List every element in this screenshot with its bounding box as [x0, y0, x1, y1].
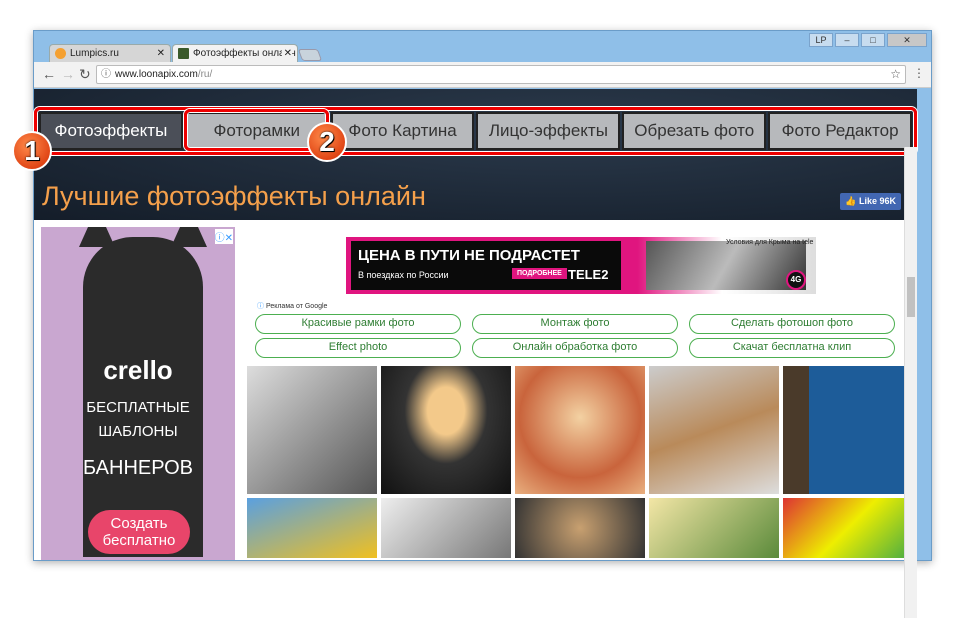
url-path: /ru/ — [197, 69, 213, 80]
ad-label-text: Реклама от Google — [265, 303, 328, 310]
ad-line: ШАБЛОНЫ — [98, 423, 178, 440]
effect-thumbnail[interactable] — [515, 498, 645, 558]
step-badge-2: 2 — [307, 122, 347, 162]
ad-cta-button[interactable]: Создать бесплатно — [88, 510, 190, 554]
info-icon[interactable]: ⓘ — [101, 66, 111, 83]
browser-window: LP – □ ✕ Lumpics.ru ✕ Фотоэффекты онлайн… — [12, 30, 932, 618]
star-icon[interactable]: ☆ — [890, 66, 901, 83]
effect-thumbnail[interactable] — [381, 366, 511, 494]
scrollbar-thumb[interactable] — [907, 277, 915, 317]
effect-thumbnail[interactable] — [381, 498, 511, 558]
menu-icon[interactable]: ⋮ — [913, 66, 925, 80]
effect-thumbnail[interactable] — [247, 366, 377, 494]
ad-label[interactable]: ⓘ Реклама от Google — [257, 301, 327, 311]
ad-banner-tele2[interactable]: ЦЕНА В ПУТИ НЕ ПОДРАСТЕТ В поездках по Р… — [346, 237, 816, 294]
ad-line: БЕСПЛАТНЫЕ — [86, 399, 190, 416]
new-tab-button[interactable] — [297, 49, 323, 61]
effect-thumbnail[interactable] — [649, 498, 779, 558]
window-controls: LP – □ ✕ — [809, 33, 927, 47]
link-online-edit[interactable]: Онлайн обработка фото — [472, 338, 678, 358]
scrollbar[interactable] — [904, 147, 917, 618]
tab-loonapix[interactable]: Фотоэффекты онлайн бе ✕ — [172, 44, 298, 62]
ad-links: Красивые рамки фото Монтаж фото Сделать … — [255, 314, 897, 358]
header-hero: Фотоэффекты Фоторамки Фото Картина Лицо-… — [12, 89, 917, 220]
banner-photo — [646, 241, 806, 290]
step-badge-1: 1 — [12, 131, 52, 171]
link-montage[interactable]: Монтаж фото — [472, 314, 678, 334]
link-frames[interactable]: Красивые рамки фото — [255, 314, 461, 334]
reload-icon[interactable]: ↻ — [79, 66, 91, 83]
effect-thumbnail[interactable] — [247, 498, 377, 558]
facebook-like-button[interactable]: 👍 Like 96K — [840, 193, 901, 210]
toolbar: ← → ↻ ⓘ www.loonapix.com/ru/ ☆ ⋮ — [34, 62, 931, 88]
effect-thumbnail[interactable] — [515, 366, 645, 494]
user-badge[interactable]: LP — [809, 33, 833, 47]
ad-crello[interactable]: ⓘ✕ crello БЕСПЛАТНЫЕ ШАБЛОНЫ БАННЕРОВ Со… — [41, 227, 235, 560]
link-photoshop[interactable]: Сделать фотошоп фото — [689, 314, 895, 334]
loonapix-favicon-icon — [178, 48, 189, 59]
banner-headline: ЦЕНА В ПУТИ НЕ ПОДРАСТЕТ — [358, 247, 580, 264]
maximize-button[interactable]: □ — [861, 33, 885, 47]
effect-thumbnail[interactable] — [783, 498, 913, 558]
page-title: Лучшие фотоэффекты онлайн — [42, 181, 426, 211]
cat-illustration — [79, 227, 207, 557]
banner-conditions: Условия для Крыма на tele — [726, 239, 814, 246]
link-clip[interactable]: Скачат бесплатна клип — [689, 338, 895, 358]
forward-icon[interactable]: → — [61, 66, 75, 82]
back-icon[interactable]: ← — [42, 66, 56, 82]
ad-line: БАННЕРОВ — [82, 457, 194, 479]
banner-brand: TELE2 — [568, 267, 609, 282]
effect-thumbnail[interactable] — [783, 366, 913, 494]
link-effect-photo[interactable]: Effect photo — [255, 338, 461, 358]
nav-highlight — [34, 107, 917, 155]
ad-choices-icon[interactable]: ⓘ✕ — [214, 229, 233, 244]
tab-title: Lumpics.ru — [70, 48, 119, 59]
effect-thumbnail[interactable] — [649, 366, 779, 494]
tab-lumpics[interactable]: Lumpics.ru ✕ — [49, 44, 171, 62]
lumpics-favicon-icon — [55, 48, 66, 59]
banner-more-button[interactable]: ПОДРОБНЕЕ — [512, 268, 567, 279]
url-host: www.loonapix.com — [115, 69, 198, 80]
banner-sub: В поездках по России — [358, 270, 449, 280]
cat-ear — [79, 227, 115, 247]
page-content: Фотоэффекты Фоторамки Фото Картина Лицо-… — [12, 89, 917, 618]
ad-brand: crello — [103, 355, 173, 385]
close-tab-icon[interactable]: ✕ — [281, 45, 292, 62]
banner-4g-badge: 4G — [786, 270, 806, 290]
cat-ear — [171, 227, 207, 247]
close-window-button[interactable]: ✕ — [887, 33, 927, 47]
minimize-button[interactable]: – — [835, 33, 859, 47]
effects-grid — [247, 366, 913, 558]
like-count: Like 96K — [858, 196, 896, 206]
close-tab-icon[interactable]: ✕ — [157, 45, 165, 62]
address-bar[interactable]: ⓘ www.loonapix.com/ru/ ☆ — [96, 65, 906, 84]
info-icon: ⓘ — [257, 303, 264, 310]
